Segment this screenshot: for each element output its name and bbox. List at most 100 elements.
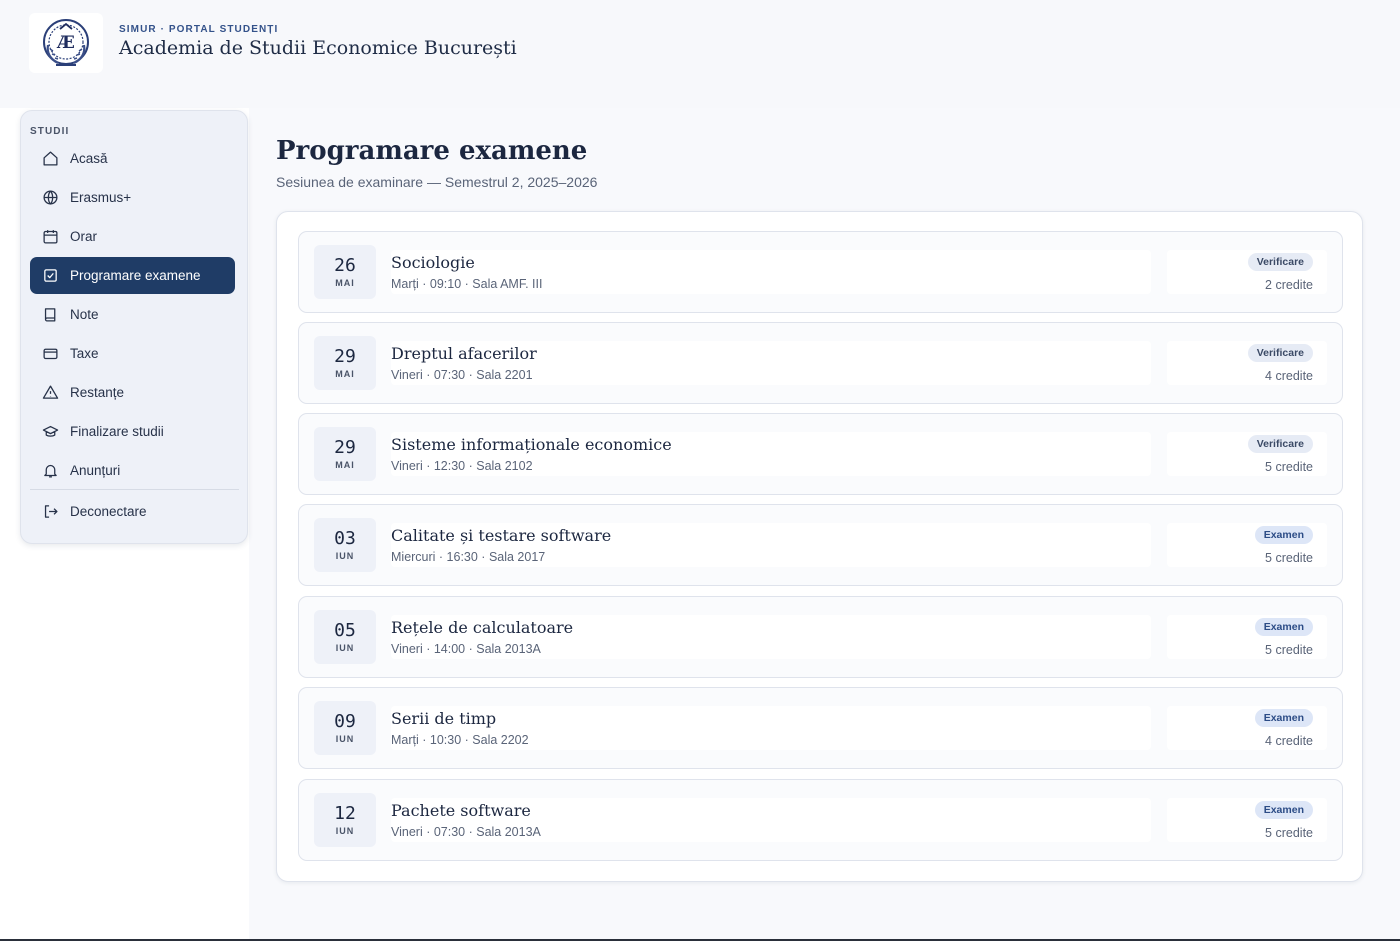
exam-type-badge: Verificare [1247, 344, 1313, 362]
exam-date-day: 12 [334, 803, 356, 824]
exam-type-badge: Examen [1254, 618, 1313, 636]
sidebar-item-label: Anunțuri [70, 463, 121, 478]
exam-summary: Examen 5 credite [1167, 523, 1327, 567]
sidebar-item-anunturi[interactable]: Anunțuri [30, 452, 235, 489]
exam-course-name: Serii de timp [391, 709, 497, 728]
graduation-cap-icon [41, 423, 59, 441]
exam-schedule: Vineri · 12:30 · Sala 2102 [391, 459, 533, 473]
home-icon [41, 150, 59, 168]
logo[interactable]: Æ [29, 13, 103, 73]
exam-summary: Examen 5 credite [1167, 615, 1327, 659]
logout-button[interactable]: Deconectare [30, 493, 235, 530]
exam-info: Dreptul afacerilor Vineri · 07:30 · Sala… [391, 341, 1151, 385]
exam-list-panel: 26 MAI Sociologie Marți · 09:10 · Sala A… [276, 211, 1363, 882]
exam-card[interactable]: 29 MAI Dreptul afacerilor Vineri · 07:30… [298, 322, 1343, 404]
exam-course-name: Pachete software [391, 801, 531, 820]
exam-date-month: MAI [335, 369, 355, 379]
exam-type-badge: Examen [1254, 526, 1313, 544]
exam-credits: 5 credite [1265, 826, 1313, 840]
sidebar-item-label: Finalizare studii [70, 424, 164, 439]
exam-course-name: Sisteme informaționale economice [391, 435, 672, 454]
exam-card[interactable]: 26 MAI Sociologie Marți · 09:10 · Sala A… [298, 231, 1343, 313]
exam-credits: 5 credite [1265, 643, 1313, 657]
sidebar-divider [30, 489, 239, 490]
exam-course-name: Rețele de calculatoare [391, 618, 574, 637]
exam-card[interactable]: 09 IUN Serii de timp Marți · 10:30 · Sal… [298, 687, 1343, 769]
exam-date-day: 29 [334, 346, 356, 367]
warning-triangle-icon [41, 384, 59, 402]
exam-type-badge: Examen [1254, 709, 1313, 727]
exam-type-badge: Verificare [1247, 253, 1313, 271]
sidebar-item-orar[interactable]: Orar [30, 218, 235, 255]
exam-date-month: IUN [335, 826, 355, 836]
portal-overline: SIMUR · PORTAL STUDENȚI [119, 24, 279, 35]
logout-label: Deconectare [70, 504, 147, 519]
sidebar-item-note[interactable]: Note [30, 296, 235, 333]
globe-icon [41, 189, 59, 207]
sidebar-item-label: Orar [70, 229, 97, 244]
exam-date: 09 IUN [314, 701, 376, 755]
exam-credits: 4 credite [1265, 369, 1313, 383]
exam-schedule: Marți · 10:30 · Sala 2202 [391, 733, 529, 747]
sidebar-item-label: Programare examene [70, 268, 201, 283]
exam-course-name: Dreptul afacerilor [391, 344, 537, 363]
exam-credits: 5 credite [1265, 460, 1313, 474]
exam-course-name: Sociologie [391, 253, 475, 272]
exam-info: Calitate și testare software Miercuri · … [391, 523, 1151, 567]
exam-info: Pachete software Vineri · 07:30 · Sala 2… [391, 798, 1151, 842]
sidebar-item-restante[interactable]: Restanțe [30, 374, 235, 411]
sidebar-item-label: Erasmus+ [70, 190, 132, 205]
sidebar-item-label: Acasă [70, 151, 108, 166]
exam-date-month: IUN [335, 734, 355, 744]
sidebar-item-label: Note [70, 307, 99, 322]
exam-credits: 4 credite [1265, 734, 1313, 748]
sidebar-item-finalizare-studii[interactable]: Finalizare studii [30, 413, 235, 450]
institution-title: Academia de Studii Economice București [119, 37, 517, 59]
exam-type-badge: Examen [1254, 801, 1313, 819]
exam-date-month: IUN [335, 643, 355, 653]
exam-date-day: 05 [334, 620, 356, 641]
exam-card[interactable]: 12 IUN Pachete software Vineri · 07:30 ·… [298, 779, 1343, 861]
exam-date-day: 03 [334, 528, 356, 549]
exam-date: 03 IUN [314, 518, 376, 572]
exam-course-name: Calitate și testare software [391, 526, 612, 545]
book-icon [41, 306, 59, 324]
university-crest-icon: Æ [43, 19, 89, 66]
exam-schedule: Vineri · 07:30 · Sala 2201 [391, 368, 533, 382]
exam-date: 29 MAI [314, 427, 376, 481]
exam-date-month: MAI [335, 460, 355, 470]
sidebar-section-label: STUDII [30, 126, 70, 137]
sidebar-item-programare-examene[interactable]: Programare examene [30, 257, 235, 294]
exam-date-day: 09 [334, 711, 356, 732]
sidebar-item-label: Restanțe [70, 385, 125, 400]
exam-summary: Verificare 2 credite [1167, 250, 1327, 294]
exam-info: Sociologie Marți · 09:10 · Sala AMF. III [391, 250, 1151, 294]
exam-type-badge: Verificare [1247, 435, 1313, 453]
exam-info: Rețele de calculatoare Vineri · 14:00 · … [391, 615, 1151, 659]
sidebar: STUDII Acasă Erasmus+ Orar Programare ex… [20, 110, 248, 544]
exam-date-month: MAI [335, 278, 355, 288]
sidebar-item-acasa[interactable]: Acasă [30, 140, 235, 177]
exam-card[interactable]: 03 IUN Calitate și testare software Mier… [298, 504, 1343, 586]
exam-summary: Verificare 4 credite [1167, 341, 1327, 385]
exam-schedule: Marți · 09:10 · Sala AMF. III [391, 277, 543, 291]
header: Æ SIMUR · PORTAL STUDENȚI Academia de St… [0, 0, 1400, 108]
calendar-check-icon [41, 267, 59, 285]
sidebar-item-taxe[interactable]: Taxe [30, 335, 235, 372]
exam-credits: 5 credite [1265, 551, 1313, 565]
page: Æ SIMUR · PORTAL STUDENȚI Academia de St… [0, 0, 1400, 941]
sidebar-item-erasmus[interactable]: Erasmus+ [30, 179, 235, 216]
exam-card[interactable]: 05 IUN Rețele de calculatoare Vineri · 1… [298, 596, 1343, 678]
calendar-icon [41, 228, 59, 246]
exam-card[interactable]: 29 MAI Sisteme informaționale economice … [298, 413, 1343, 495]
bell-icon [41, 462, 59, 480]
page-subtitle: Sesiunea de examinare — Semestrul 2, 202… [276, 174, 598, 190]
exam-summary: Verificare 5 credite [1167, 432, 1327, 476]
credit-card-icon [41, 345, 59, 363]
exam-date-day: 26 [334, 255, 356, 276]
svg-text:Æ: Æ [56, 33, 75, 53]
exam-date-day: 29 [334, 437, 356, 458]
exam-date-month: IUN [335, 551, 355, 561]
exam-date: 05 IUN [314, 610, 376, 664]
exam-schedule: Vineri · 14:00 · Sala 2013A [391, 642, 541, 656]
